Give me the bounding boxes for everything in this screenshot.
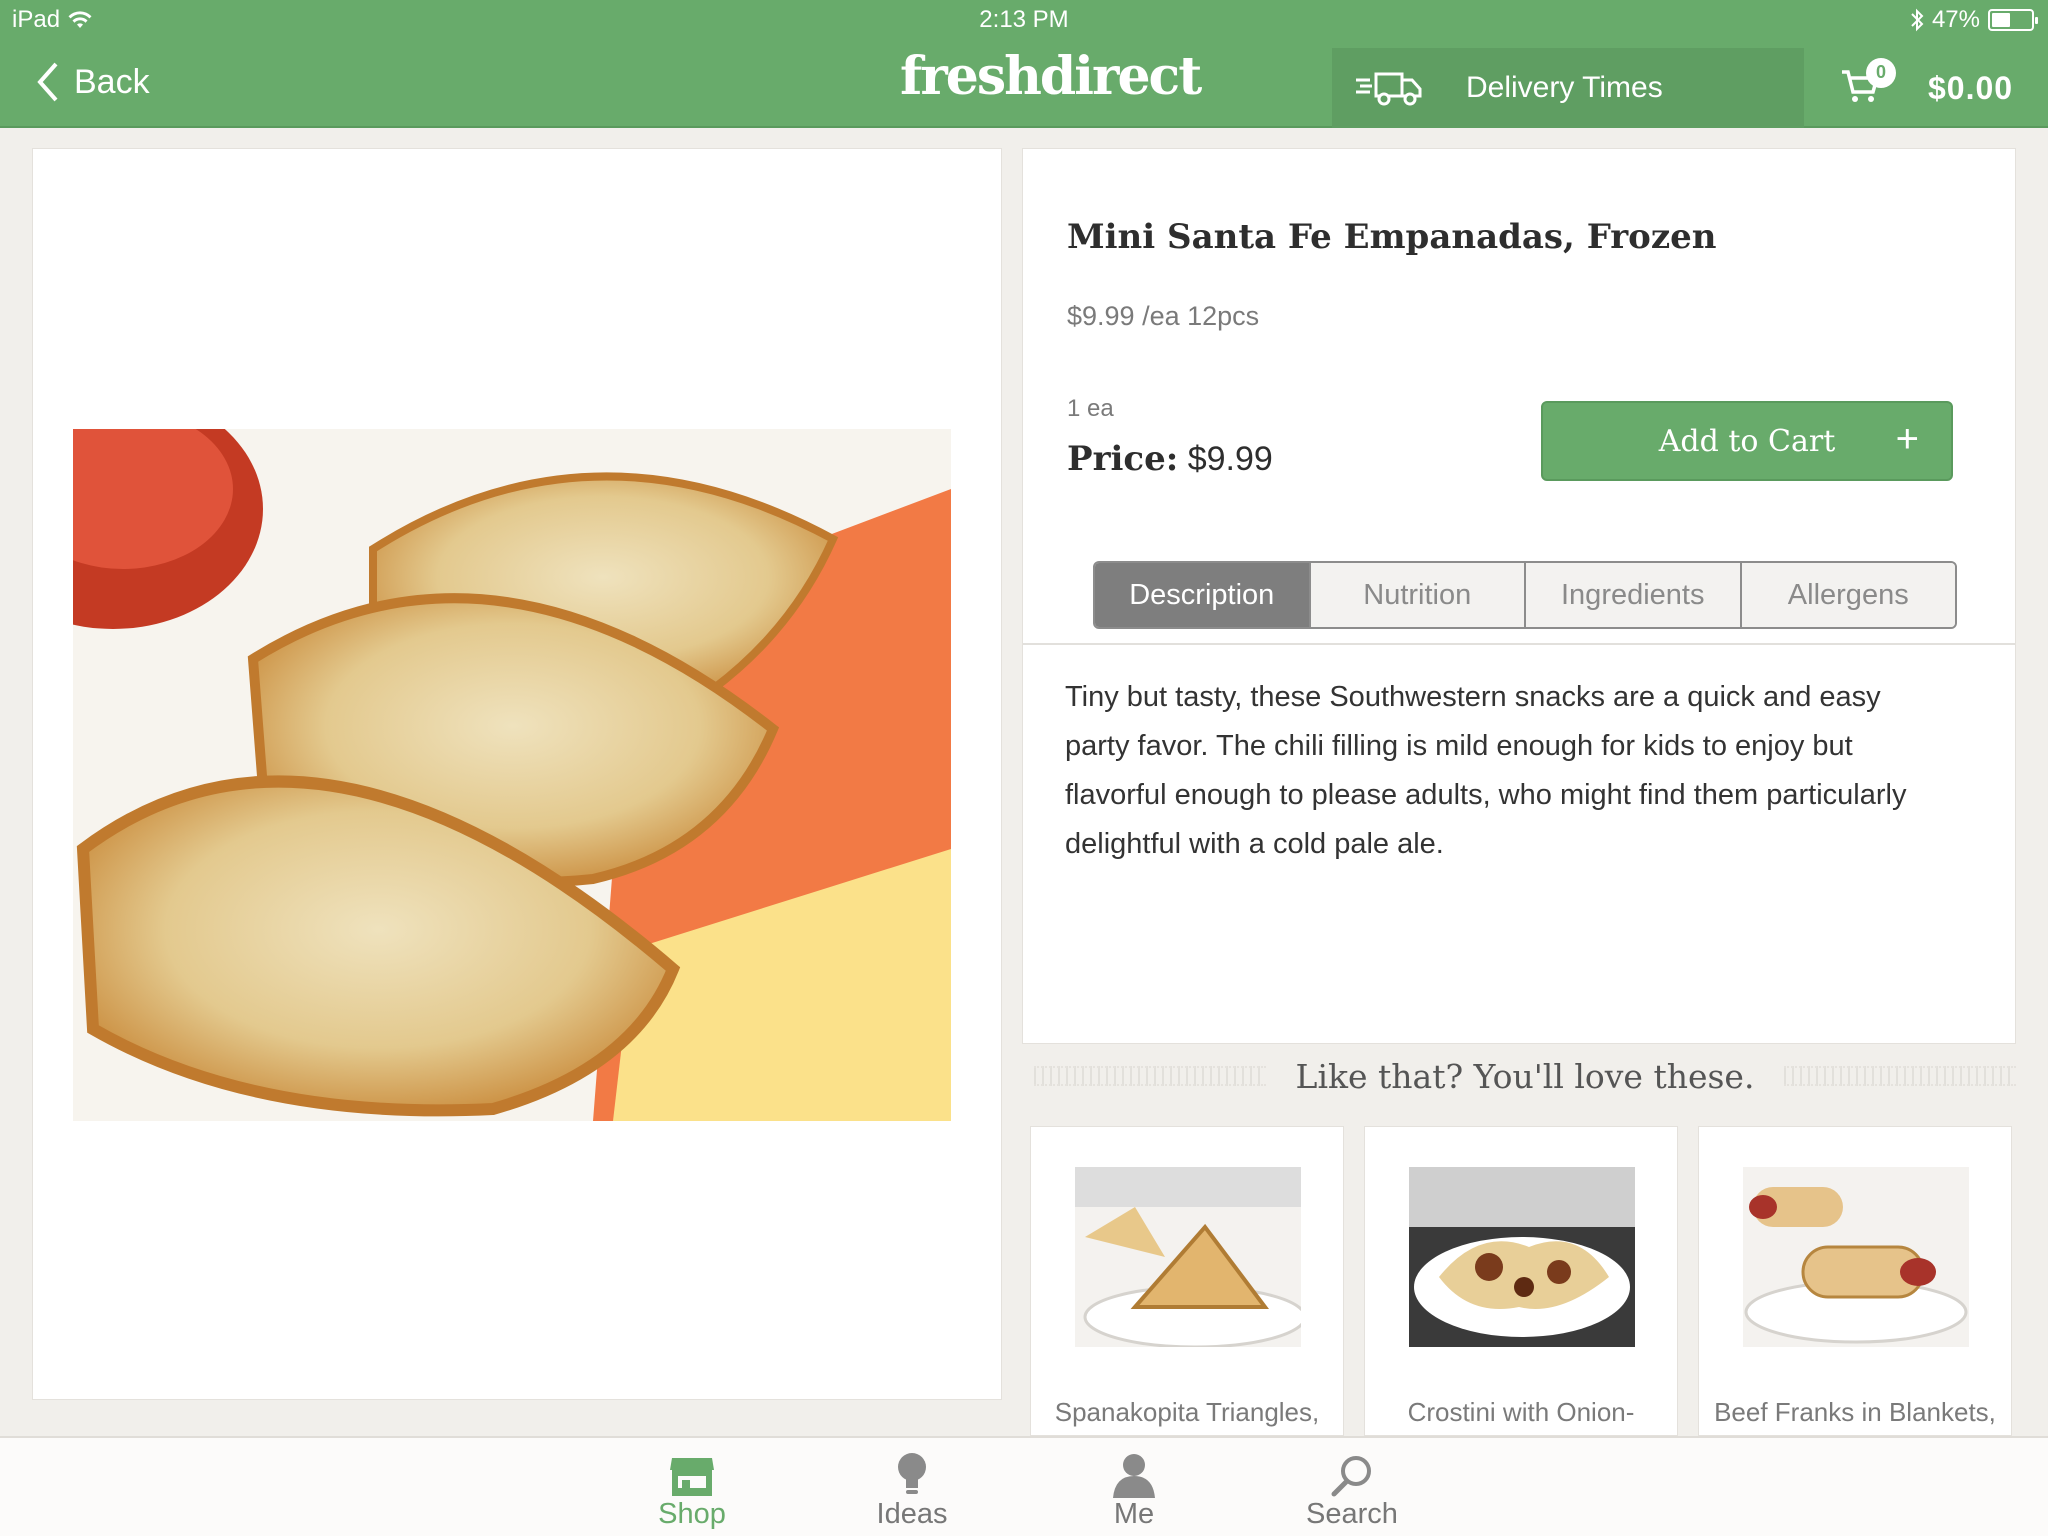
recommendation-image: [1409, 1167, 1635, 1347]
bottom-tab-bar: Shop Ideas Me Search: [0, 1436, 2048, 1536]
cart-icon-wrap: 0: [1840, 57, 1896, 109]
cart-total: $0.00: [1928, 69, 2014, 106]
freshdirect-logo[interactable]: freshdirect: [900, 46, 1202, 107]
battery-level: [1992, 13, 2010, 27]
recommendation-card[interactable]: Crostini with Onion-: [1364, 1126, 1678, 1436]
person-icon: [1054, 1450, 1214, 1498]
app-header: iPad 2:13 PM 47% Back freshdirect Delive…: [0, 0, 2048, 128]
battery-icon: [1988, 9, 2038, 31]
product-title: Mini Santa Fe Empanadas, Frozen: [1067, 217, 1717, 257]
shop-icon: [612, 1450, 772, 1498]
quantity-label: 1 ea: [1067, 395, 1114, 422]
tab-nutrition[interactable]: Nutrition: [1308, 563, 1524, 627]
chevron-left-icon: [37, 62, 58, 102]
tab-description[interactable]: Description: [1095, 563, 1309, 627]
tabbar-search[interactable]: Search: [1272, 1450, 1432, 1531]
cart-count-badge: 0: [1866, 57, 1896, 88]
tabbar-me[interactable]: Me: [1054, 1450, 1214, 1531]
unit-price: $9.99 /ea 12pcs: [1067, 301, 1260, 331]
recommendation-card[interactable]: Spanakopita Triangles,: [1030, 1126, 1344, 1436]
lightbulb-icon: [832, 1450, 992, 1498]
tabbar-ideas-label: Ideas: [876, 1498, 948, 1530]
decorative-wave-right: [1784, 1066, 2016, 1086]
delivery-times-label: Delivery Times: [1466, 71, 1663, 104]
tab-allergens[interactable]: Allergens: [1739, 563, 1955, 627]
tabbar-me-label: Me: [1113, 1498, 1155, 1530]
empanadas-photo: [73, 429, 951, 1121]
tabbar-search-label: Search: [1306, 1498, 1398, 1530]
plus-icon: +: [1895, 417, 1919, 461]
search-icon: [1272, 1450, 1432, 1498]
recommendations-header: Like that? You'll love these.: [1034, 1050, 2016, 1102]
product-details-panel: Mini Santa Fe Empanadas, Frozen $9.99 /e…: [1022, 148, 2016, 1044]
tabbar-ideas[interactable]: Ideas: [832, 1450, 992, 1531]
tab-divider: [1023, 643, 2015, 645]
recommendation-name: Beef Franks in Blankets,: [1714, 1397, 1996, 1427]
recommendations-title: Like that? You'll love these.: [1295, 1056, 1755, 1096]
product-description: Tiny but tasty, these Southwestern snack…: [1065, 681, 1907, 860]
back-button[interactable]: Back: [36, 62, 150, 102]
back-label: Back: [74, 62, 150, 101]
tab-ingredients[interactable]: Ingredients: [1524, 563, 1740, 627]
product-image-panel: [32, 148, 1002, 1400]
tabbar-shop-label: Shop: [658, 1498, 726, 1530]
add-to-cart-label: Add to Cart: [1658, 423, 1836, 459]
info-tabs: Description Nutrition Ingredients Allerg…: [1093, 561, 1957, 629]
tabbar-shop[interactable]: Shop: [612, 1450, 772, 1531]
delivery-times-button[interactable]: Delivery Times: [1332, 48, 1804, 128]
product-image[interactable]: [73, 429, 951, 1121]
battery-percent: 47%: [1931, 6, 1980, 33]
recommendation-name: Crostini with Onion-: [1407, 1397, 1635, 1427]
recommendation-name: Spanakopita Triangles,: [1054, 1397, 1320, 1427]
price-line: Price: $9.99: [1067, 439, 1273, 479]
price-value: $9.99: [1187, 440, 1273, 478]
recommendation-card[interactable]: Beef Franks in Blankets,: [1698, 1126, 2012, 1436]
add-to-cart-button[interactable]: Add to Cart +: [1541, 401, 1953, 481]
bluetooth-icon: [1911, 8, 1924, 32]
clock: 2:13 PM: [979, 6, 1069, 33]
cart-button[interactable]: 0 $0.00: [1804, 48, 2048, 128]
status-right: 47%: [1910, 6, 2038, 34]
price-label: Price:: [1067, 439, 1179, 479]
truck-icon: [1356, 72, 1422, 106]
recommendation-image: [1743, 1167, 1969, 1347]
decorative-wave-left: [1034, 1066, 1266, 1086]
recommendation-image: [1075, 1167, 1301, 1347]
